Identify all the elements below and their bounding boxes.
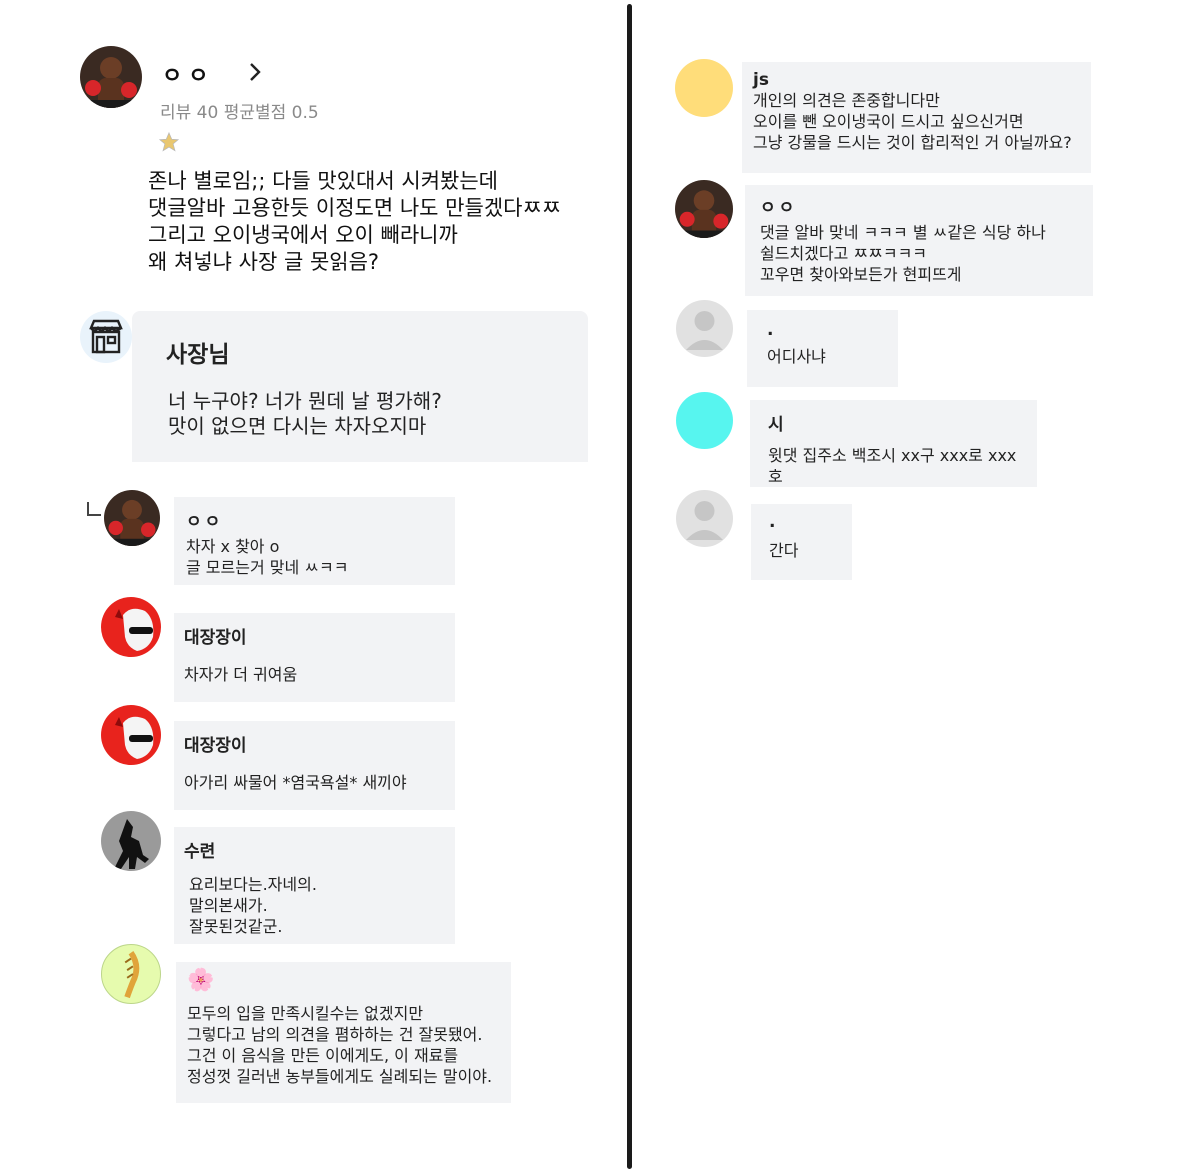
commenter-name[interactable]: js — [753, 70, 1080, 90]
commenter-name[interactable]: . — [769, 512, 834, 532]
comment-text: 간다 — [769, 541, 799, 560]
owner-name: 사장님 — [166, 342, 230, 368]
store-icon — [80, 311, 132, 363]
comment-text: 모두의 입을 만족시킬수는 없겠지만 그렇다고 남의 의견을 폄하하는 건 잘못… — [187, 1004, 493, 1086]
yellow-avatar[interactable] — [675, 59, 733, 117]
commenter-name[interactable]: 대장장이 — [184, 731, 445, 756]
boxer-avatar[interactable] — [675, 180, 733, 238]
commenter-name[interactable]: ㅇㅇ — [760, 193, 1078, 218]
comment-text: 아가리 싸물어 *염국욕설* 새끼야 — [184, 773, 407, 792]
comment-text: 차자가 더 귀여움 — [184, 665, 298, 684]
silhouette-avatar[interactable] — [101, 811, 161, 871]
comment-text: 댓글 알바 맞네 ㅋㅋㅋ 별 ㅆ같은 식당 하나 쉴드치겠다고 ㅉㅉㅋㅋㅋ 꼬우… — [760, 223, 1046, 284]
comment-bubble: ㅇㅇ 차자 x 찾아 o 글 모르는거 맞네 ㅆㅋㅋ — [174, 497, 455, 585]
comment-bubble: . 어디사냐 — [747, 310, 898, 387]
owner-reply-text: 너 누구야? 너가 뭔데 날 평가해? 맛이 없으면 다시는 차자오지마 — [168, 389, 442, 438]
cyan-avatar[interactable] — [676, 392, 733, 449]
review-meta: 리뷰 40 평균별점 0.5 — [160, 103, 319, 123]
commenter-name[interactable]: 대장장이 — [184, 623, 445, 648]
center-divider — [627, 4, 632, 1169]
review-author[interactable]: ㅇㅇ — [162, 58, 214, 90]
comment-bubble: . 간다 — [751, 504, 852, 580]
star-icon — [158, 131, 180, 153]
default-user-avatar[interactable] — [676, 300, 733, 357]
review-body: 존나 별로임;; 다들 맛있대서 시켜봤는데 댓글알바 고용한듯 이정도면 나도… — [148, 169, 562, 274]
feather-avatar[interactable] — [101, 944, 161, 1004]
comment-bubble: js 개인의 의견은 존중합니다만 오이를 뺀 오이냉국이 드시고 싶으신거면 … — [742, 62, 1091, 173]
comment-text: 차자 x 찾아 o 글 모르는거 맞네 ㅆㅋㅋ — [186, 537, 349, 577]
reply-corner-icon — [87, 502, 101, 516]
flower-icon[interactable]: 🌸 — [187, 968, 500, 993]
commenter-name[interactable]: 시 — [768, 410, 1019, 435]
comment-bubble: 🌸 모두의 입을 만족시킬수는 없겠지만 그렇다고 남의 의견을 폄하하는 건 … — [176, 962, 511, 1103]
chevron-right-icon[interactable] — [246, 60, 266, 84]
default-user-avatar[interactable] — [676, 490, 733, 547]
comment-bubble: 대장장이 아가리 싸물어 *염국욕설* 새끼야 — [174, 721, 455, 810]
commenter-name[interactable]: . — [767, 320, 878, 340]
comment-text: 개인의 의견은 존중합니다만 오이를 뺀 오이냉국이 드시고 싶으신거면 그냥 … — [753, 91, 1072, 152]
commenter-name[interactable]: 수련 — [184, 837, 445, 862]
devil-avatar[interactable] — [101, 597, 161, 657]
comment-text: 요리보다는.자네의. 말의본새가. 잘못된것같군. — [189, 875, 317, 936]
comment-bubble: 시 윗댓 집주소 백조시 xx구 xxx로 xxx호 — [750, 400, 1037, 487]
comment-bubble: 수련 요리보다는.자네의. 말의본새가. 잘못된것같군. — [174, 827, 455, 944]
comment-text: 윗댓 집주소 백조시 xx구 xxx로 xxx호 — [768, 446, 1017, 486]
comment-bubble: ㅇㅇ 댓글 알바 맞네 ㅋㅋㅋ 별 ㅆ같은 식당 하나 쉴드치겠다고 ㅉㅉㅋㅋㅋ… — [745, 185, 1093, 296]
comment-text: 어디사냐 — [767, 347, 826, 366]
owner-reply-card: 사장님 너 누구야? 너가 뭔데 날 평가해? 맛이 없으면 다시는 차자오지마 — [132, 311, 588, 462]
commenter-name[interactable]: ㅇㅇ — [186, 507, 443, 532]
comment-bubble: 대장장이 차자가 더 귀여움 — [174, 613, 455, 702]
boxer-avatar[interactable] — [104, 490, 160, 546]
devil-avatar[interactable] — [101, 705, 161, 765]
boxer-avatar[interactable] — [80, 46, 142, 108]
